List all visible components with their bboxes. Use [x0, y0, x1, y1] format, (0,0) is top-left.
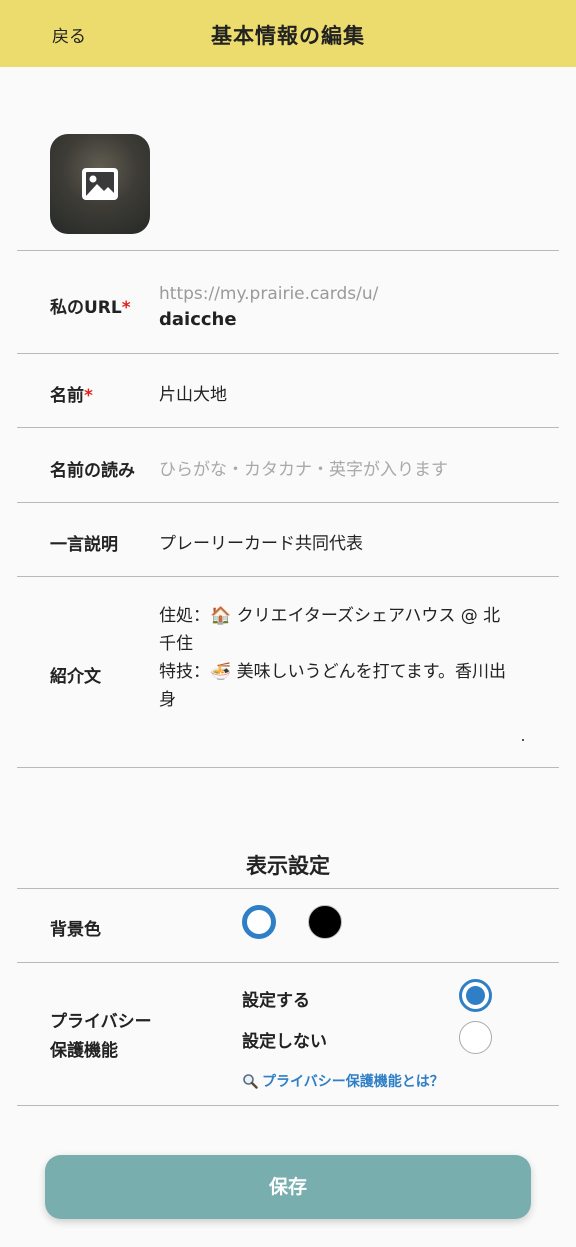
intro-line: 住処：🏠 クリエイターズシェアハウス @ 北 — [159, 606, 501, 626]
intro-line: 身 — [159, 690, 176, 710]
name-label-text: 名前 — [50, 386, 84, 406]
divider — [17, 888, 559, 889]
reading-label: 名前の読み — [50, 461, 135, 481]
color-option-black[interactable] — [308, 905, 342, 939]
url-label-text: 私のURL — [50, 298, 122, 318]
privacy-off-radio[interactable] — [459, 1021, 492, 1054]
tagline-input[interactable]: プレーリーカード共同代表 — [159, 529, 363, 554]
header-bar: 戻る 基本情報の編集 — [0, 0, 576, 67]
image-upload-icon — [82, 168, 118, 200]
url-prefix: https://my.prairie.cards/u/ — [159, 284, 379, 304]
privacy-help-link-text: プライバシー保護機能とは？ — [262, 1074, 444, 1090]
url-label: 私のURL* — [50, 293, 131, 318]
privacy-label-line2: 保護機能 — [50, 1041, 118, 1061]
textarea-resize-handle[interactable] — [522, 739, 524, 741]
avatar-upload[interactable] — [50, 134, 150, 234]
divider — [17, 427, 559, 428]
intro-line: 千住 — [159, 634, 193, 654]
tagline-label: 一言説明 — [50, 535, 118, 555]
page-title: 基本情報の編集 — [211, 24, 365, 48]
magnifier-icon — [243, 1074, 258, 1089]
divider — [17, 250, 559, 251]
privacy-label-line1: プライバシー — [50, 1012, 152, 1032]
privacy-on-radio[interactable] — [459, 979, 492, 1012]
divider — [17, 767, 559, 768]
name-label: 名前* — [50, 381, 93, 406]
privacy-help-link[interactable]: プライバシー保護機能とは？ — [242, 1071, 444, 1091]
required-mark: * — [84, 386, 93, 406]
display-settings-title: 表示設定 — [246, 854, 330, 878]
privacy-on-label: 設定する — [242, 991, 310, 1011]
intro-label: 紹介文 — [50, 667, 101, 687]
divider — [17, 962, 559, 963]
intro-textarea[interactable]: 住処：🏠 クリエイターズシェアハウス @ 北 千住 特技：🍜 美味しいうどんを打… — [159, 602, 539, 714]
required-mark: * — [121, 298, 131, 318]
save-button[interactable]: 保存 — [45, 1155, 531, 1219]
name-input[interactable]: 片山大地 — [159, 380, 227, 405]
privacy-off-label: 設定しない — [242, 1032, 327, 1052]
divider — [17, 576, 559, 577]
color-option-white[interactable] — [242, 905, 276, 939]
reading-input[interactable]: ひらがな・カタカナ・英字が入ります — [159, 455, 448, 480]
divider — [17, 1105, 559, 1106]
intro-line: 特技：🍜 美味しいうどんを打てます。香川出 — [159, 662, 507, 682]
url-field[interactable]: https://my.prairie.cards/u/ daicche — [159, 281, 378, 333]
background-color-label: 背景色 — [50, 920, 101, 940]
divider — [17, 353, 559, 354]
divider — [17, 502, 559, 503]
privacy-label: プライバシー 保護機能 — [50, 1008, 152, 1066]
url-username: daicche — [159, 309, 237, 330]
